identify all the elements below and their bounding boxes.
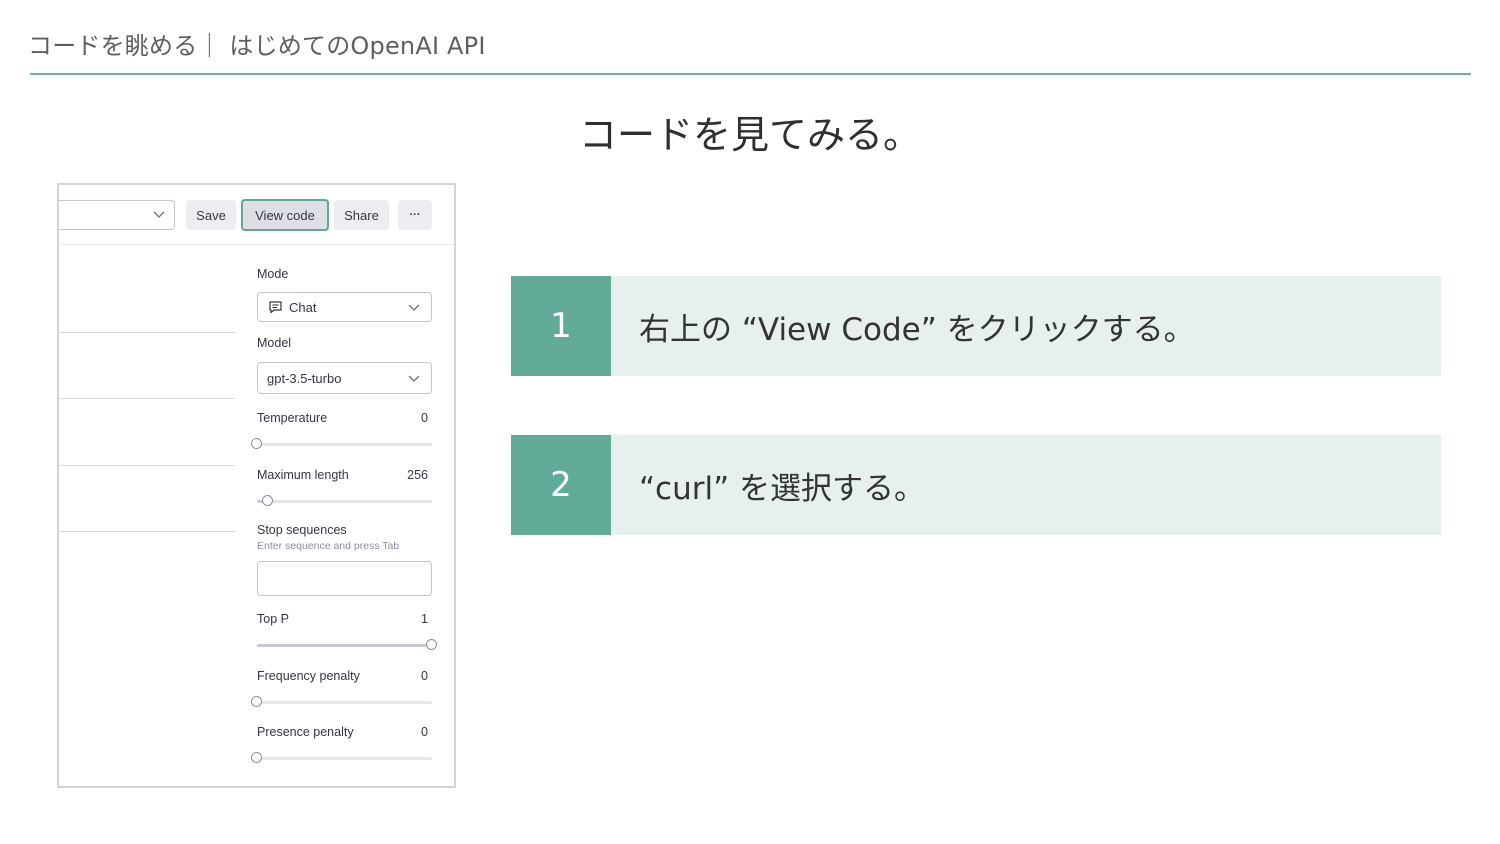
slider-thumb[interactable] (261, 495, 273, 506)
slider-thumb[interactable] (251, 438, 262, 449)
row-divider (59, 465, 235, 466)
temperature-value: 0 (421, 411, 428, 425)
step-text: “curl” を選択する。 (639, 470, 926, 507)
chat-bubble-icon (268, 300, 283, 314)
frequency-penalty-label: Frequency penalty (257, 669, 360, 683)
presence-penalty-value: 0 (421, 725, 428, 739)
header-title: コードを眺める｜ はじめてのOpenAI API (28, 32, 486, 60)
model-value: gpt-3.5-turbo (267, 370, 342, 386)
chevron-down-icon (407, 300, 421, 317)
step-text: 右上の “View Code” をクリックする。 (639, 311, 1195, 348)
stop-sequences-hint: Enter sequence and press Tab (257, 540, 400, 552)
mode-value: Chat (289, 299, 317, 315)
step-1: 1 右上の “View Code” をクリックする。 (511, 276, 1441, 376)
more-icon: ··· (409, 209, 421, 221)
maximum-length-slider[interactable] (257, 495, 432, 506)
playground-screenshot: Save View code Share ··· Mode Chat Model… (57, 183, 456, 788)
top-p-label: Top P (257, 612, 289, 626)
maximum-length-label: Maximum length (257, 468, 349, 482)
presence-penalty-label: Presence penalty (257, 725, 354, 739)
save-button[interactable]: Save (186, 200, 236, 230)
slider-thumb[interactable] (426, 639, 437, 650)
row-divider (59, 398, 235, 399)
toolbar-divider (59, 244, 454, 245)
chevron-down-icon (407, 371, 421, 388)
temperature-slider[interactable] (251, 438, 432, 449)
model-label: Model (257, 336, 292, 350)
maximum-length-value: 256 (407, 468, 428, 482)
slider-thumb[interactable] (251, 752, 262, 763)
slide-title: コードを見てみる。 (578, 113, 921, 157)
step-number: 1 (511, 276, 611, 376)
slider-thumb[interactable] (251, 696, 262, 707)
slider-fill (257, 644, 432, 647)
presence-penalty-slider[interactable] (251, 752, 432, 763)
slide: コードを眺める｜ はじめてのOpenAI API コードを見てみる。 Save … (0, 0, 1500, 844)
chevron-down-icon (152, 207, 166, 226)
step-2: 2 “curl” を選択する。 (511, 435, 1441, 535)
stop-sequences-label: Stop sequences (257, 523, 347, 537)
header-divider (30, 73, 1471, 75)
preset-select[interactable] (59, 200, 175, 230)
mode-label: Mode (257, 267, 289, 281)
model-select[interactable]: gpt-3.5-turbo (257, 362, 432, 394)
row-divider (59, 531, 235, 532)
view-code-button[interactable]: View code (241, 199, 329, 231)
top-p-slider[interactable] (257, 639, 437, 650)
frequency-penalty-value: 0 (421, 669, 428, 683)
temperature-label: Temperature (257, 411, 328, 425)
step-number: 2 (511, 435, 611, 535)
top-p-value: 1 (421, 612, 428, 626)
frequency-penalty-slider[interactable] (251, 696, 432, 707)
mode-select[interactable]: Chat (257, 292, 432, 322)
stop-sequences-input[interactable] (257, 561, 432, 596)
share-button[interactable]: Share (334, 200, 389, 230)
more-options-button[interactable]: ··· (398, 200, 432, 230)
row-divider (59, 332, 235, 333)
